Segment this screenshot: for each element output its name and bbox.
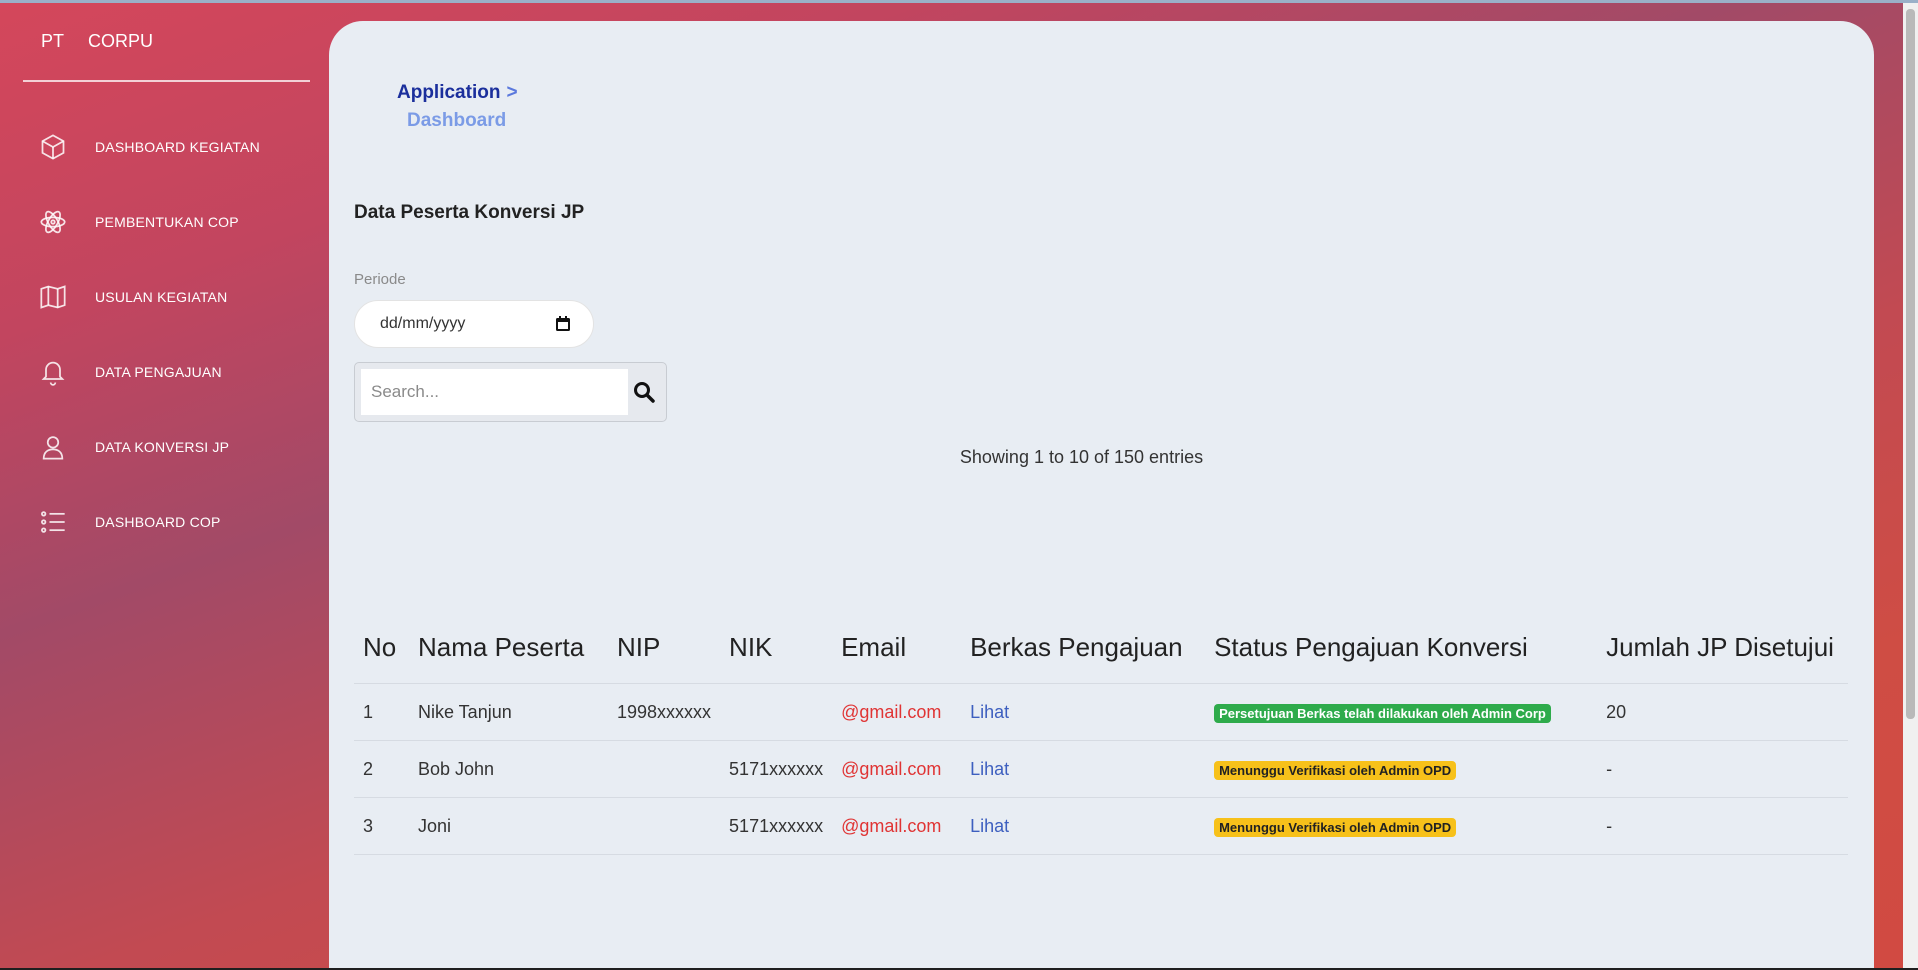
sidebar-item-label: DATA PENGAJUAN: [95, 363, 222, 380]
cell-berkas: Lihat: [961, 740, 1206, 798]
breadcrumb-separator: >: [506, 82, 518, 103]
page-title: Data Peserta Konversi JP: [354, 202, 585, 223]
column-header-berkas[interactable]: Berkas Pengajuan: [961, 628, 1206, 684]
sidebar-item-dashboard-cop[interactable]: DASHBOARD COP: [23, 484, 310, 559]
cube-icon: [39, 133, 67, 161]
cell-email: @gmail.com: [832, 683, 962, 741]
sidebar-nav: DASHBOARD KEGIATAN PEMBENTUKAN COP USULA…: [23, 109, 310, 559]
map-icon: [39, 283, 67, 311]
column-header-nip[interactable]: NIP: [608, 628, 721, 684]
cell-nik: [720, 683, 833, 741]
sidebar-item-label: DATA KONVERSI JP: [95, 438, 230, 455]
lihat-link[interactable]: Lihat: [970, 759, 1009, 779]
atom-icon: [39, 208, 67, 236]
date-input-value: dd/mm/yyyy: [380, 315, 466, 332]
konversi-table: No Nama Peserta NIP NIK Email Berkas Pen…: [354, 628, 1848, 855]
cell-nama: Joni: [409, 797, 608, 855]
cell-no: 3: [354, 797, 409, 855]
cell-nip: [608, 797, 721, 855]
brand-part-2: CORPU: [88, 31, 154, 51]
brand-logo[interactable]: PT CORPU: [41, 31, 153, 52]
sidebar-item-dashboard-kegiatan[interactable]: DASHBOARD KEGIATAN: [23, 109, 310, 184]
table-header-row: No Nama Peserta NIP NIK Email Berkas Pen…: [354, 628, 1848, 684]
cell-berkas: Lihat: [961, 683, 1206, 741]
cell-status: Menunggu Verifikasi oleh Admin OPD: [1205, 797, 1598, 855]
search-input[interactable]: [361, 369, 628, 415]
periode-date-input[interactable]: dd/mm/yyyy: [354, 300, 594, 348]
column-header-status[interactable]: Status Pengajuan Konversi: [1205, 628, 1598, 684]
cell-jumlah-jp: -: [1597, 797, 1848, 855]
brand-part-1: PT: [41, 31, 65, 51]
status-badge: Persetujuan Berkas telah dilakukan oleh …: [1214, 703, 1551, 723]
cell-nama: Nike Tanjun: [409, 683, 608, 741]
lihat-link[interactable]: Lihat: [970, 702, 1009, 722]
column-header-nik[interactable]: NIK: [720, 628, 833, 684]
sidebar-item-label: USULAN KEGIATAN: [95, 288, 228, 305]
status-badge: Menunggu Verifikasi oleh Admin OPD: [1214, 760, 1457, 780]
cell-nik: 5171xxxxxx: [720, 740, 833, 798]
sidebar-item-label: DASHBOARD KEGIATAN: [95, 138, 260, 155]
table-info: Showing 1 to 10 of 150 entries: [959, 447, 1204, 467]
bell-icon: [39, 358, 67, 386]
column-header-jumlah-jp[interactable]: Jumlah JP Disetujui: [1597, 628, 1848, 684]
user-icon: [39, 433, 67, 461]
breadcrumb: Application > Dashboard: [397, 79, 518, 135]
cell-nik: 5171xxxxxx: [720, 797, 833, 855]
calendar-icon[interactable]: [555, 316, 571, 332]
column-header-nama[interactable]: Nama Peserta: [409, 628, 608, 684]
periode-label: Periode: [354, 271, 406, 288]
cell-status: Menunggu Verifikasi oleh Admin OPD: [1205, 740, 1598, 798]
table-row: 3 Joni 5171xxxxxx @gmail.com Lihat Menun…: [354, 797, 1848, 855]
sidebar-item-label: PEMBENTUKAN COP: [95, 213, 239, 230]
lihat-link[interactable]: Lihat: [970, 816, 1009, 836]
status-badge: Menunggu Verifikasi oleh Admin OPD: [1214, 817, 1457, 837]
app-window: PT CORPU DASHBOARD KEGIATAN PEMBENTUKAN …: [0, 0, 1918, 968]
cell-jumlah-jp: 20: [1597, 683, 1848, 741]
table-row: 1 Nike Tanjun 1998xxxxxx @gmail.com Liha…: [354, 683, 1848, 741]
cell-email: @gmail.com: [832, 797, 962, 855]
cell-no: 1: [354, 683, 409, 741]
main-panel: Application > Dashboard Data Peserta Konv…: [329, 21, 1874, 968]
breadcrumb-parent[interactable]: Application: [397, 82, 500, 103]
cell-nama: Bob John: [409, 740, 608, 798]
list-icon: [39, 508, 67, 536]
sidebar-item-pembentukan-cop[interactable]: PEMBENTUKAN COP: [23, 184, 310, 259]
search-icon[interactable]: [632, 380, 656, 404]
sidebar-divider: [23, 80, 310, 82]
search-box: [354, 362, 667, 422]
sidebar-item-label: DASHBOARD COP: [95, 513, 221, 530]
table-row: 2 Bob John 5171xxxxxx @gmail.com Lihat M…: [354, 740, 1848, 798]
sidebar-item-data-pengajuan[interactable]: DATA PENGAJUAN: [23, 334, 310, 409]
scrollbar-thumb[interactable]: [1906, 9, 1915, 719]
column-header-no[interactable]: No: [354, 628, 409, 684]
cell-nip: [608, 740, 721, 798]
sidebar-item-usulan-kegiatan[interactable]: USULAN KEGIATAN: [23, 259, 310, 334]
cell-nip: 1998xxxxxx: [608, 683, 721, 741]
sidebar-item-data-konversi-jp[interactable]: DATA KONVERSI JP: [23, 409, 310, 484]
cell-jumlah-jp: -: [1597, 740, 1848, 798]
cell-status: Persetujuan Berkas telah dilakukan oleh …: [1205, 683, 1598, 741]
cell-berkas: Lihat: [961, 797, 1206, 855]
column-header-email[interactable]: Email: [832, 628, 962, 684]
cell-email: @gmail.com: [832, 740, 962, 798]
breadcrumb-current: Dashboard: [407, 110, 507, 131]
cell-no: 2: [354, 740, 409, 798]
